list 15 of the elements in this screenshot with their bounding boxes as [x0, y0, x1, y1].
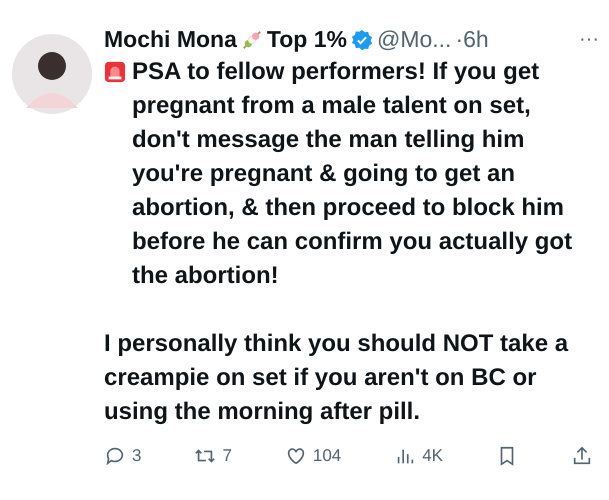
- tweet-time[interactable]: ·6h: [455, 26, 489, 53]
- siren-icon: [104, 61, 126, 83]
- author-badge-text: Top 1%: [266, 26, 347, 53]
- tweet-text: PSA to fellow performers! If you get pregnant from a male talent on set, don't message the man telling him you're pregnant & going to get an abortion, & then proceed to block him before he can confirm you actually got the abortion!: [132, 57, 574, 291]
- action-count: 7: [222, 446, 232, 466]
- avatar[interactable]: [12, 34, 92, 114]
- action-count: 3: [132, 446, 142, 466]
- dango-icon: [240, 28, 263, 50]
- action-count: 4K: [422, 446, 444, 466]
- speech-bubble-icon[interactable]: [104, 445, 126, 467]
- author-handle[interactable]: @Mo...: [376, 26, 452, 53]
- action-count: 104: [312, 446, 342, 466]
- tweet-text: I personally think you should NOT take a creampie on set if you aren't on BC or using the morning after pill.: [104, 329, 570, 427]
- author-name[interactable]: Mochi Mona: [104, 26, 237, 53]
- more-options[interactable]: ···: [579, 28, 599, 51]
